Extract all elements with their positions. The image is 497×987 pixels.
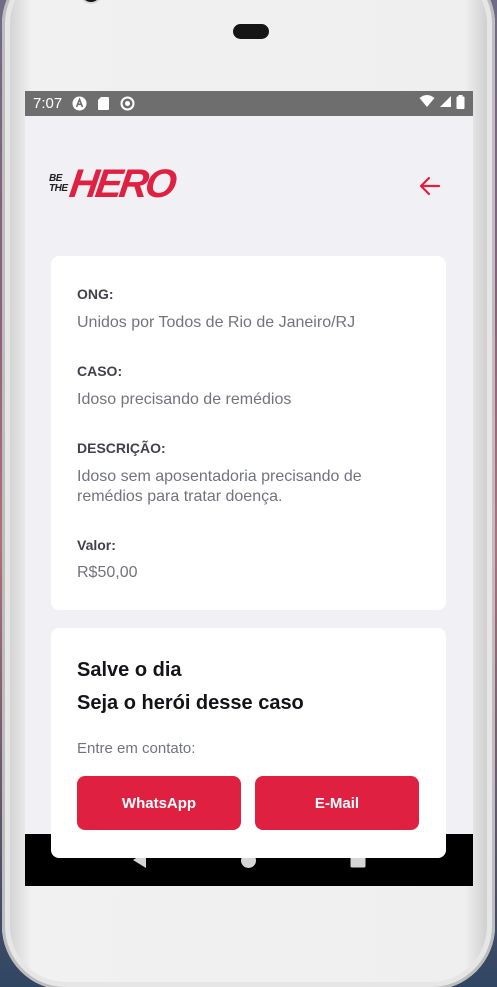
ong-value: Unidos por Todos de Rio de Janeiro/RJ [77, 314, 356, 331]
status-time: 7:07 [33, 95, 63, 112]
valor-value: R$50,00 [77, 564, 138, 581]
sd-card-icon [96, 96, 111, 111]
descricao-value: Idoso sem aposentadoria precisando de re… [77, 468, 362, 505]
caso-label: CASO: [77, 363, 123, 379]
ong-label: ONG: [77, 286, 114, 302]
valor-label: Valor: [77, 537, 116, 553]
contact-title-line2: Seja o herói desse caso [77, 692, 304, 714]
battery-icon [456, 94, 465, 113]
logo-text-the: THE [49, 183, 68, 194]
device-screen: 7:07 BE THE HERO ONG: Unidos por Todos d… [25, 91, 473, 886]
caso-value: Idoso precisando de remédios [77, 391, 292, 408]
back-button[interactable] [417, 173, 443, 199]
data-saver-icon [120, 96, 135, 111]
whatsapp-button[interactable]: WhatsApp [77, 776, 241, 830]
logo-small-text: BE THE [49, 174, 68, 194]
email-button[interactable]: E-Mail [255, 776, 419, 830]
earpiece-slot [233, 24, 269, 39]
contact-card: Salve o dia Seja o herói desse caso Entr… [51, 628, 446, 858]
be-the-hero-logo: BE THE HERO [49, 162, 177, 206]
arrow-left-icon [419, 176, 441, 196]
front-camera [81, 0, 101, 2]
detail-page: BE THE HERO ONG: Unidos por Todos de Rio… [25, 116, 473, 858]
android-a-icon [72, 96, 87, 111]
status-right-icons [419, 94, 465, 113]
incident-card: ONG: Unidos por Todos de Rio de Janeiro/… [51, 256, 446, 610]
status-bar: 7:07 [25, 91, 473, 116]
contact-title-line1: Salve o dia [77, 659, 182, 681]
descricao-label: DESCRIÇÃO: [77, 440, 166, 456]
contact-description: Entre em contato: [77, 740, 196, 757]
wifi-icon [419, 95, 435, 112]
logo-text-hero: HERO [66, 162, 177, 206]
cell-signal-icon [439, 95, 452, 112]
